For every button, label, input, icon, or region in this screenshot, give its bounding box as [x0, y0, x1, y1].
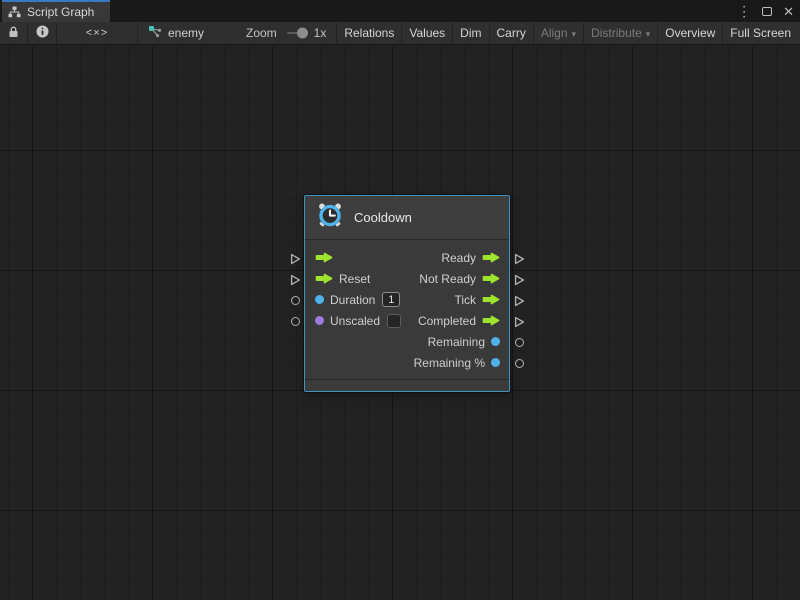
port-row-remaining-pct: Remaining % [409, 352, 509, 373]
port-row-completed: Completed [409, 310, 509, 331]
graph-hierarchy-icon [8, 6, 21, 18]
port-label: Duration [330, 293, 375, 307]
port-label: Unscaled [330, 314, 380, 328]
flow-arrow-icon[interactable] [482, 252, 500, 263]
port-row-remaining: Remaining [409, 331, 509, 352]
zoom-label: Zoom [246, 26, 277, 40]
value-port-dot[interactable] [315, 316, 324, 325]
values-button[interactable]: Values [402, 22, 453, 44]
flow-arrow-icon[interactable] [315, 252, 333, 263]
value-port-dot[interactable] [491, 358, 500, 367]
port-label: Not Ready [419, 272, 476, 286]
node-title: Cooldown [354, 210, 412, 225]
fullscreen-label: Full Screen [730, 26, 791, 40]
fullscreen-button[interactable]: Full Screen [723, 22, 800, 44]
overview-button[interactable]: Overview [658, 22, 723, 44]
port-label: Completed [418, 314, 476, 328]
port-label: Remaining % [414, 356, 485, 370]
unscaled-checkbox[interactable] [387, 314, 401, 328]
alarm-clock-icon [316, 201, 344, 234]
port-label: Tick [454, 293, 476, 307]
port-row-duration: Duration 1 [305, 289, 409, 310]
value-input-port[interactable] [286, 290, 304, 311]
port-label: Ready [441, 251, 476, 265]
graph-toolbar: <×> enemy Zoom 1x Relations Values Dim C… [0, 22, 800, 45]
cooldown-node-group: Cooldown Reset [286, 195, 528, 392]
tab-title: Script Graph [27, 5, 94, 19]
graph-name-breadcrumb[interactable]: enemy [168, 26, 204, 40]
zoom-slider-thumb[interactable] [297, 28, 308, 39]
zoom-value: 1x [314, 26, 327, 40]
graph-breadcrumb-zoom: enemy Zoom 1x [138, 22, 337, 44]
port-row-invoke [305, 247, 409, 268]
window-controls: ⋮ ✕ [737, 0, 794, 22]
port-row-reset: Reset [305, 268, 409, 289]
chevron-down-icon: ▾ [646, 29, 651, 40]
flow-arrow-icon[interactable] [482, 315, 500, 326]
flow-arrow-icon[interactable] [482, 294, 500, 305]
dim-label: Dim [460, 26, 481, 40]
graph-canvas[interactable]: Cooldown Reset [0, 46, 800, 600]
window-close-icon[interactable]: ✕ [783, 5, 794, 18]
duration-input[interactable]: 1 [382, 292, 400, 307]
value-output-port[interactable] [510, 332, 528, 353]
port-label: Remaining [428, 335, 485, 349]
carry-label: Carry [497, 26, 526, 40]
flow-arrow-icon[interactable] [482, 273, 500, 284]
flow-output-port[interactable] [510, 248, 528, 269]
node-footer [305, 379, 509, 391]
port-row-tick: Tick [409, 289, 509, 310]
relations-button[interactable]: Relations [337, 22, 402, 44]
lock-icon [8, 26, 19, 41]
info-button[interactable] [28, 22, 57, 44]
value-input-port[interactable] [286, 311, 304, 332]
script-graph-asset-icon [148, 25, 162, 41]
info-icon [36, 25, 49, 41]
chevron-down-icon: ▾ [572, 29, 577, 40]
port-row-not-ready: Not Ready [409, 268, 509, 289]
relations-label: Relations [344, 26, 394, 40]
port-row-unscaled: Unscaled [305, 310, 409, 331]
flow-input-port[interactable] [286, 248, 304, 269]
window-maximize-icon[interactable] [762, 5, 772, 18]
cooldown-node[interactable]: Cooldown Reset [304, 195, 510, 392]
title-bar: Script Graph ⋮ ✕ [0, 0, 800, 22]
overview-label: Overview [665, 26, 715, 40]
node-header[interactable]: Cooldown [305, 196, 509, 240]
node-ports: Reset Duration 1 Unscaled [305, 240, 509, 373]
outer-output-ports [510, 195, 528, 374]
align-dropdown[interactable]: Align ▾ [534, 22, 584, 44]
value-port-dot[interactable] [491, 337, 500, 346]
port-label: Reset [339, 272, 370, 286]
outer-input-ports [286, 195, 304, 332]
flow-output-port[interactable] [510, 311, 528, 332]
zoom-slider[interactable] [287, 32, 308, 34]
carry-button[interactable]: Carry [490, 22, 534, 44]
dim-button[interactable]: Dim [453, 22, 489, 44]
values-label: Values [409, 26, 445, 40]
value-port-dot[interactable] [315, 295, 324, 304]
tab-script-graph[interactable]: Script Graph [2, 0, 110, 22]
distribute-dropdown[interactable]: Distribute ▾ [584, 22, 658, 44]
lock-button[interactable] [0, 22, 28, 44]
output-ports-column: Ready Not Ready Tick [409, 247, 509, 373]
port-row-ready: Ready [409, 247, 509, 268]
flow-arrow-icon[interactable] [315, 273, 333, 284]
input-ports-column: Reset Duration 1 Unscaled [305, 247, 409, 373]
inspect-source-button[interactable]: <×> [57, 22, 138, 44]
value-output-port[interactable] [510, 353, 528, 374]
flow-input-port[interactable] [286, 269, 304, 290]
flow-output-port[interactable] [510, 269, 528, 290]
flow-output-port[interactable] [510, 290, 528, 311]
align-label: Align [541, 26, 568, 40]
distribute-label: Distribute [591, 26, 642, 40]
window-menu-icon[interactable]: ⋮ [737, 4, 751, 18]
code-icon: <×> [86, 27, 108, 39]
